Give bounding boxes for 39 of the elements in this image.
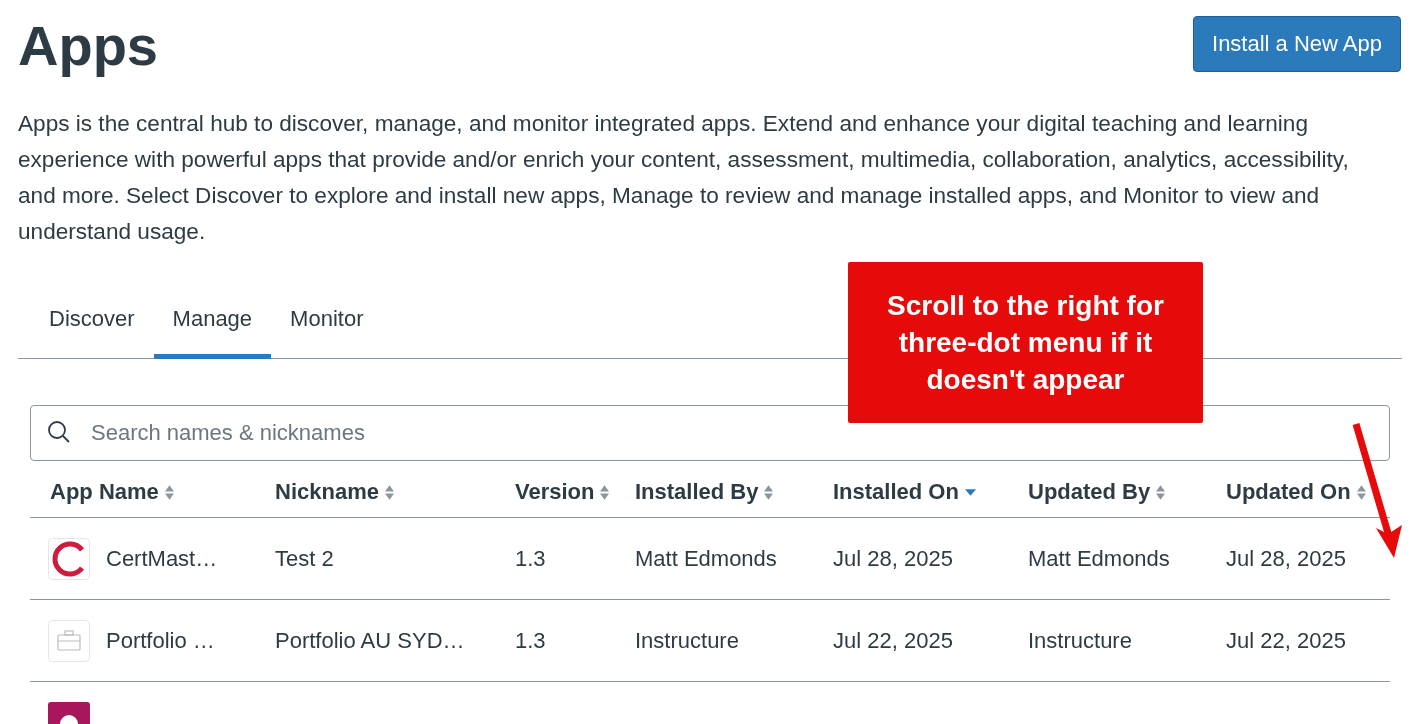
- table-cell: Instructure: [1028, 627, 1132, 654]
- table-cell: Jul 28, 2025: [833, 545, 953, 572]
- tab[interactable]: Monitor: [271, 296, 383, 359]
- search-field[interactable]: Search names & nicknames: [30, 405, 1390, 461]
- table-cell: Instructure: [635, 627, 739, 654]
- table-cell: Matt Edmonds: [635, 545, 777, 572]
- table-cell: Portfolio AU SYD…: [275, 627, 465, 654]
- table-cell: Test 2: [275, 545, 334, 572]
- app-name-link[interactable]: CertMast…: [106, 545, 218, 572]
- page-title: Apps: [18, 16, 158, 76]
- table-cell: Matt Edmonds: [1028, 545, 1170, 572]
- table-cell: 1.3: [515, 545, 546, 572]
- column-header[interactable]: Nickname: [275, 479, 379, 505]
- install-app-button[interactable]: Install a New App: [1193, 16, 1401, 72]
- briefcase-icon: [48, 619, 90, 662]
- sort-icon[interactable]: [1356, 484, 1366, 500]
- column-header[interactable]: Updated On: [1226, 479, 1351, 505]
- column-header[interactable]: Installed On: [833, 479, 959, 505]
- table-cell: Jul 22, 2025: [1226, 627, 1346, 654]
- annotation-callout: Scroll to the right for three-dot menu if it doesn't appear: [848, 262, 1203, 423]
- column-header[interactable]: App Name: [50, 479, 159, 505]
- table-cell: 1.3: [515, 627, 546, 654]
- search-icon: [47, 420, 71, 444]
- sort-icon[interactable]: [1156, 484, 1166, 500]
- sort-icon[interactable]: [600, 484, 610, 500]
- table-cell: Jul 28, 2025: [1226, 545, 1346, 572]
- table-cell: Jul 22, 2025: [833, 627, 953, 654]
- sort-icon[interactable]: [384, 484, 394, 500]
- app-name-link[interactable]: Portfolio …: [106, 627, 215, 654]
- column-header[interactable]: Updated By: [1028, 479, 1151, 505]
- sort-icon[interactable]: [164, 484, 174, 500]
- column-header[interactable]: Installed By: [635, 479, 759, 505]
- ring-logo-icon: [48, 537, 90, 580]
- tab[interactable]: Manage: [153, 296, 272, 359]
- tab[interactable]: Discover: [30, 296, 154, 359]
- sort-descending-icon[interactable]: [964, 488, 976, 496]
- page-description: Apps is the central hub to discover, manage, and monitor integrated apps. Extend and enhance your digital teaching and learning experience with powerful apps that provide and/or enrich your content, assessment, multimedia, collaboration, analytics, accessibility, and more. Select Discover to explore and install new apps, Manage to review and manage installed apps, and Monitor to view and understand usage.: [18, 110, 1350, 246]
- column-header[interactable]: Version: [515, 479, 595, 505]
- sort-icon[interactable]: [764, 484, 774, 500]
